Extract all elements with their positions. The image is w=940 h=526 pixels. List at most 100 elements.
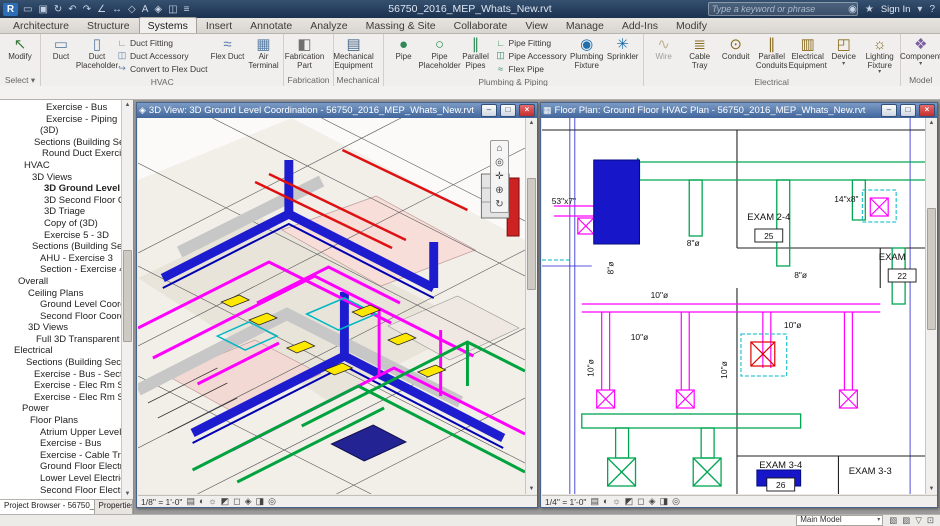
ribbon-button-cable-tray[interactable]: ≣Cable Tray <box>682 35 718 76</box>
ribbon-button-pipe-fitting[interactable]: ∟Pipe Fitting <box>496 36 567 49</box>
panel-tab-properties[interactable]: Properties <box>95 500 133 514</box>
temporary-hide-isolate-icon[interactable]: ◨ <box>660 496 669 507</box>
close-button[interactable]: × <box>519 104 535 117</box>
tree-item[interactable]: Exercise - Elec Rm Section <box>0 392 121 404</box>
ribbon-button-lighting-fixture[interactable]: ☼Lighting Fixture▾ <box>862 35 898 76</box>
tree-item[interactable]: Copy of (3D) <box>0 218 121 230</box>
shadows-icon[interactable]: ◩ <box>625 496 634 507</box>
tree-item[interactable]: Exercise - Bus <box>0 102 121 114</box>
tree-item[interactable]: Lower Level Electrical <box>0 473 121 485</box>
sign-in-caret-icon[interactable]: ▾ <box>917 4 922 15</box>
dropdown-caret-icon[interactable]: ▾ <box>878 70 881 75</box>
text-icon[interactable]: A <box>142 4 149 15</box>
tree-item[interactable]: 3D Views <box>0 172 121 184</box>
scroll-up-icon[interactable]: ▲ <box>122 100 133 110</box>
ribbon-tab-modify[interactable]: Modify <box>667 17 716 33</box>
orbit-icon[interactable]: ↻ <box>495 199 503 210</box>
zoom-icon[interactable]: ⊕ <box>495 185 503 196</box>
tree-item[interactable]: Section - Exercise 4 <box>0 264 121 276</box>
selection-toggle-icon[interactable]: ⊡ <box>927 515 934 526</box>
scroll-down-icon[interactable]: ▼ <box>526 484 537 494</box>
tree-item[interactable]: Sections (Building Section) <box>0 137 121 149</box>
tag-by-category-icon[interactable]: ◇ <box>128 4 136 15</box>
sun-path-icon[interactable]: ☼ <box>208 496 216 507</box>
sign-in-button[interactable]: Sign In <box>881 4 911 15</box>
ribbon-tab-manage[interactable]: Manage <box>557 17 613 33</box>
crop-region-visibility-icon[interactable]: ◈ <box>649 496 656 507</box>
ribbon-button-convert-to-flex-duct[interactable]: ↪Convert to Flex Duct <box>117 62 207 75</box>
tree-item[interactable]: Exercise - Cable Tray <box>0 450 121 462</box>
scrollbar-thumb[interactable] <box>527 178 536 290</box>
modify-button[interactable]: ↖ Modify <box>2 35 38 74</box>
ribbon-button-mechanical-equipment[interactable]: ▤Mechanical Equipment <box>336 35 372 74</box>
sun-path-icon[interactable]: ☼ <box>612 496 620 507</box>
temporary-hide-isolate-icon[interactable]: ◨ <box>256 496 265 507</box>
tree-item[interactable]: Exercise - Elec Rm Section <box>0 380 121 392</box>
favorites-icon[interactable]: ★ <box>865 4 874 15</box>
worksets-icon[interactable]: ▧ <box>889 515 897 526</box>
ribbon-button-pipe[interactable]: ●Pipe <box>386 35 422 76</box>
ribbon-button-conduit[interactable]: ⊙Conduit <box>718 35 754 76</box>
tree-item[interactable]: Ceiling Plans <box>0 288 121 300</box>
scroll-up-icon[interactable]: ▲ <box>926 118 937 128</box>
ribbon-button-duct-fitting[interactable]: ∟Duct Fitting <box>117 36 207 49</box>
aligned-dimension-icon[interactable]: ↔ <box>112 4 122 15</box>
tree-item[interactable]: Round Duct Exercise <box>0 148 121 160</box>
home-icon[interactable]: ⌂ <box>496 143 502 154</box>
panel-tab-project-browser-56750-20[interactable]: Project Browser - 56750_20... <box>0 500 95 514</box>
tree-item[interactable]: Sections (Building Section) <box>0 241 121 253</box>
ribbon-button-parallel-pipes[interactable]: ∥Parallel Pipes <box>458 35 494 76</box>
tree-item[interactable]: 3D Ground Level Coordination <box>0 183 121 195</box>
visual-style-icon[interactable]: ◐ <box>199 496 204 507</box>
pan-icon[interactable]: ✛ <box>495 171 503 182</box>
crop-view-icon[interactable]: ◻ <box>637 496 644 507</box>
scale-control[interactable]: 1/8" = 1'-0" <box>141 497 182 507</box>
minimize-button[interactable]: – <box>881 104 897 117</box>
tree-item[interactable]: Exercise - Bus - Section <box>0 369 121 381</box>
tree-item[interactable]: Exercise - Piping <box>0 114 121 126</box>
tree-item[interactable]: Power <box>0 403 121 415</box>
plan-view-canvas[interactable]: 53"x7"14"x8"EXAM 2-425EXAM228"ø8"ø8"ø10"… <box>542 118 925 494</box>
search-box[interactable]: ◉ <box>708 2 858 16</box>
ribbon-button-electrical-equipment[interactable]: ▥Electrical Equipment <box>790 35 826 76</box>
tree-item[interactable]: (3D) <box>0 125 121 137</box>
ribbon-button-plumbing-fixture[interactable]: ◉Plumbing Fixture <box>569 35 605 76</box>
reveal-hidden-icon[interactable]: ◎ <box>268 496 276 507</box>
ribbon-button-duct-accessory[interactable]: ◫Duct Accessory <box>117 49 207 62</box>
ribbon-tab-insert[interactable]: Insert <box>197 17 241 33</box>
tree-item[interactable]: Sections (Building Section) <box>0 357 121 369</box>
tree-item[interactable]: Second Floor Coordination <box>0 311 121 323</box>
ribbon-tab-massing-site[interactable]: Massing & Site <box>357 17 445 33</box>
ribbon-tab-architecture[interactable]: Architecture <box>4 17 78 33</box>
ribbon-button-fabrication-part[interactable]: ◧Fabrication Part <box>286 35 322 74</box>
project-browser-scrollbar[interactable]: ▲ ▼ <box>121 100 133 499</box>
search-input[interactable] <box>709 4 848 14</box>
ribbon-button-pipe-placeholder[interactable]: ○Pipe Placeholder <box>422 35 458 76</box>
crop-region-visibility-icon[interactable]: ◈ <box>245 496 252 507</box>
default-3d-view-icon[interactable]: ◈ <box>154 4 162 15</box>
tree-item[interactable]: 3D Views <box>0 322 121 334</box>
vertical-scrollbar[interactable]: ▲ ▼ <box>925 118 937 494</box>
ribbon-button-flex-duct[interactable]: ≈Flex Duct <box>209 35 245 76</box>
scrollbar-thumb[interactable] <box>123 250 132 342</box>
ribbon-button-device[interactable]: ◰Device▾ <box>826 35 862 76</box>
redo-icon[interactable]: ↷ <box>83 4 91 15</box>
ribbon-tab-collaborate[interactable]: Collaborate <box>445 17 517 33</box>
shadows-icon[interactable]: ◩ <box>221 496 230 507</box>
filter-icon[interactable]: ▽ <box>915 515 922 526</box>
ribbon-tab-structure[interactable]: Structure <box>78 17 139 33</box>
dropdown-caret-icon[interactable]: ▾ <box>842 62 845 67</box>
scroll-up-icon[interactable]: ▲ <box>526 118 537 128</box>
application-menu-button[interactable]: R <box>3 3 18 16</box>
tree-item[interactable]: Ground Level Coordination <box>0 299 121 311</box>
ribbon-tab-add-ins[interactable]: Add-Ins <box>613 17 667 33</box>
search-icon[interactable]: ◉ <box>848 4 857 15</box>
undo-icon[interactable]: ↶ <box>68 4 76 15</box>
tree-item[interactable]: Ground Floor Electrical <box>0 461 121 473</box>
ribbon-button-flex-pipe[interactable]: ≈Flex Pipe <box>496 62 567 75</box>
tree-item[interactable]: Atrium Upper Level Lighting <box>0 427 121 439</box>
ribbon-button-parallel-conduits[interactable]: ∥Parallel Conduits <box>754 35 790 76</box>
crop-view-icon[interactable]: ◻ <box>233 496 240 507</box>
tree-item[interactable]: Electrical <box>0 345 121 357</box>
tree-item[interactable]: Full 3D Transparent View <box>0 334 121 346</box>
